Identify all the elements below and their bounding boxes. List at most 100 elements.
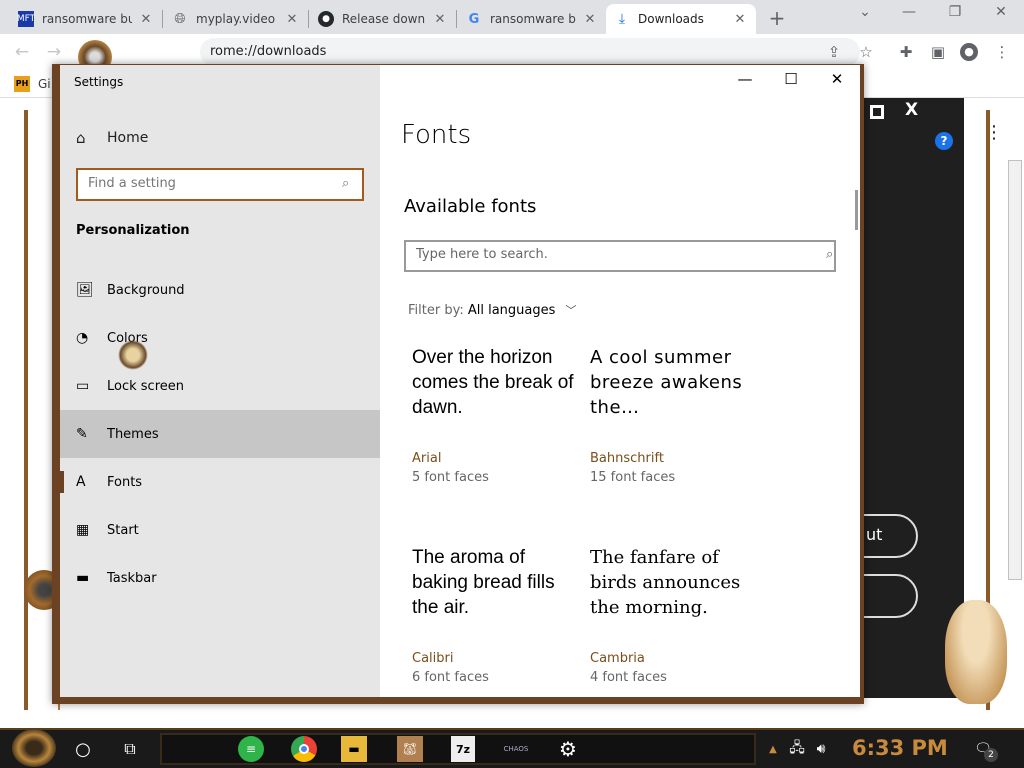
chrome-icon[interactable] bbox=[291, 736, 317, 762]
nav-label: Fonts bbox=[107, 474, 143, 490]
font-sample: Over the horizon comes the break of dawn… bbox=[412, 347, 574, 418]
globe-icon: 🌐︎ bbox=[174, 11, 186, 27]
close-icon[interactable]: ✕ bbox=[822, 70, 852, 88]
tab-ransomware-1[interactable]: MFT ransomware bu ✕ bbox=[10, 4, 162, 34]
nav-start[interactable]: ▦ Start bbox=[60, 506, 380, 554]
back-icon[interactable]: ← bbox=[12, 42, 32, 62]
messages-icon[interactable]: ≡ bbox=[238, 736, 264, 762]
close-icon[interactable]: ✕ bbox=[732, 12, 748, 27]
tab-label: Downloads bbox=[638, 12, 704, 26]
forward-icon[interactable]: → bbox=[44, 42, 64, 62]
nav-fonts[interactable]: A Fonts bbox=[60, 458, 380, 506]
tiles-icon: ▦ bbox=[76, 522, 90, 538]
address-text: rome://downloads bbox=[210, 44, 327, 59]
font-tile-arial[interactable]: Over the horizon comes the break of dawn… bbox=[412, 345, 580, 485]
start-button[interactable] bbox=[12, 729, 56, 767]
volume-icon[interactable]: 🔊︎ bbox=[812, 736, 830, 762]
nav-label: Taskbar bbox=[107, 570, 157, 586]
font-tile-cambria[interactable]: The fanfare of birds announces the morni… bbox=[590, 545, 758, 685]
brush-icon: ✎ bbox=[76, 426, 88, 442]
more-options-icon[interactable]: ⋮ bbox=[985, 122, 1003, 143]
side-panel-icon[interactable]: ▣ bbox=[928, 43, 948, 61]
nav-taskbar[interactable]: ▬ Taskbar bbox=[60, 554, 380, 602]
font-search-placeholder: Type here to search. bbox=[416, 247, 548, 262]
tab-downloads[interactable]: ⤓ Downloads ✕ bbox=[606, 4, 756, 34]
chaos-icon[interactable]: CHAOS bbox=[500, 736, 532, 762]
new-tab-button[interactable]: + bbox=[766, 6, 788, 30]
tab-search-icon[interactable]: ⌄ bbox=[850, 4, 880, 20]
font-sample: The fanfare of birds announces the morni… bbox=[590, 547, 741, 618]
task-view-icon[interactable]: ⧉ bbox=[118, 736, 142, 762]
nav-label: Background bbox=[107, 282, 185, 298]
nav-label: Themes bbox=[107, 426, 159, 442]
bookmark-label[interactable]: Gi bbox=[38, 77, 51, 91]
share-icon[interactable]: ⇪ bbox=[824, 43, 844, 61]
github-icon: ● bbox=[318, 11, 334, 27]
search-icon: ⌕ bbox=[342, 176, 350, 191]
7zip-icon[interactable]: 7z bbox=[451, 736, 475, 762]
maximize-icon[interactable] bbox=[870, 105, 884, 119]
filter-label: Filter by: bbox=[408, 303, 464, 318]
tab-myplay[interactable]: 🌐︎ myplay.video ✕ bbox=[164, 4, 308, 34]
close-icon[interactable]: ✕ bbox=[582, 12, 598, 27]
font-name: Bahnschrift bbox=[590, 451, 664, 466]
clock[interactable]: 6:33 PM bbox=[852, 736, 948, 760]
taskbar-icon: ▬ bbox=[76, 570, 90, 586]
monitor-icon: ▭ bbox=[76, 378, 90, 394]
help-icon[interactable]: ? bbox=[935, 132, 953, 150]
font-icon: A bbox=[76, 474, 86, 490]
nav-home[interactable]: ⌂ Home bbox=[60, 114, 380, 162]
menu-dots-icon[interactable]: ⋮ bbox=[992, 43, 1012, 61]
font-sample: A cool summer breeze awakens the… bbox=[590, 347, 743, 418]
tab-ransomware-2[interactable]: G ransomware bu ✕ bbox=[458, 4, 606, 34]
tab-separator bbox=[456, 10, 457, 28]
palette-icon: ◔ bbox=[76, 330, 89, 346]
folder-icon[interactable]: ▬ bbox=[341, 736, 367, 762]
font-tile-bahnschrift[interactable]: A cool summer breeze awakens the… Bahnsc… bbox=[590, 345, 758, 485]
window-title: Settings bbox=[74, 75, 124, 89]
page-scrollbar[interactable] bbox=[1008, 160, 1022, 580]
find-setting-placeholder: Find a setting bbox=[88, 176, 176, 191]
close-icon[interactable]: ✕ bbox=[432, 12, 448, 27]
notification-count: 2 bbox=[984, 748, 998, 762]
font-faces: 6 font faces bbox=[412, 670, 489, 685]
nav-colors[interactable]: ◔ Colors bbox=[60, 314, 380, 362]
tab-release[interactable]: ● Release downlo ✕ bbox=[310, 4, 456, 34]
font-name: Arial bbox=[412, 451, 442, 466]
hamster-mascot-icon bbox=[945, 600, 1007, 704]
picture-icon: 🖼︎ bbox=[76, 282, 94, 298]
close-icon[interactable]: ✕ bbox=[138, 12, 154, 27]
nav-themes[interactable]: ✎ Themes bbox=[60, 410, 380, 458]
gear-icon[interactable]: ⚙ bbox=[556, 736, 580, 762]
minimize-icon[interactable]: — bbox=[730, 70, 760, 88]
nav-background[interactable]: 🖼︎ Background bbox=[60, 266, 380, 314]
bookmark-star-icon[interactable]: ☆ bbox=[856, 43, 876, 61]
maximize-icon[interactable]: ☐ bbox=[776, 70, 806, 88]
google-icon: G bbox=[468, 11, 480, 27]
hamster-app-icon[interactable]: 🐹︎ bbox=[397, 736, 423, 762]
extensions-icon[interactable]: ✚ bbox=[896, 43, 916, 61]
tray-overflow-icon[interactable]: ▲ bbox=[766, 736, 780, 762]
tab-separator bbox=[308, 10, 309, 28]
ph-bookmark-icon[interactable]: PH bbox=[14, 76, 30, 92]
close-window-icon[interactable]: ✕ bbox=[986, 4, 1016, 20]
nav-lock-screen[interactable]: ▭ Lock screen bbox=[60, 362, 380, 410]
tab-separator bbox=[162, 10, 163, 28]
minimize-icon[interactable]: — bbox=[894, 4, 924, 20]
content-scrollbar[interactable] bbox=[855, 190, 858, 230]
nav-label: Lock screen bbox=[107, 378, 184, 394]
download-icon: ⤓ bbox=[618, 11, 626, 27]
tab-label: myplay.video bbox=[196, 12, 276, 26]
font-faces: 15 font faces bbox=[590, 470, 676, 485]
close-icon[interactable]: ✕ bbox=[284, 12, 300, 27]
filter-dropdown[interactable]: Filter by: All languages ﹀ bbox=[408, 302, 577, 318]
restore-icon[interactable]: ❐ bbox=[940, 4, 970, 20]
font-tile-calibri[interactable]: The aroma of baking bread fills the air.… bbox=[412, 545, 580, 685]
network-icon[interactable]: 🖧︎ bbox=[788, 736, 806, 762]
cortana-icon[interactable]: ○ bbox=[72, 736, 94, 762]
close-icon[interactable]: X bbox=[905, 100, 918, 120]
profile-avatar-icon[interactable]: ● bbox=[960, 43, 978, 61]
font-name: Cambria bbox=[590, 651, 645, 666]
filter-value: All languages bbox=[467, 303, 556, 318]
tab-label: Release downlo bbox=[342, 12, 426, 26]
